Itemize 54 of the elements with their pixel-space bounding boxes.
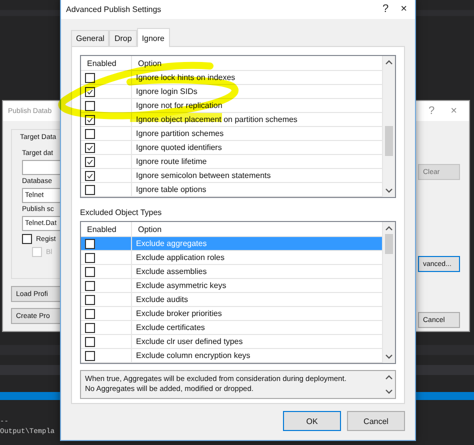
- scroll-up-icon[interactable]: [385, 225, 393, 232]
- checkbox[interactable]: [85, 294, 95, 304]
- column-header[interactable]: Enabled: [81, 222, 132, 236]
- dialog-button[interactable]: OK: [283, 411, 341, 431]
- tab[interactable]: General: [71, 30, 110, 46]
- option-row[interactable]: Exclude clr user defined types: [81, 335, 383, 349]
- checkbox[interactable]: [85, 280, 95, 290]
- option-row[interactable]: Ignore semicolon between statements: [81, 169, 383, 183]
- scroll-down-icon[interactable]: [385, 388, 393, 395]
- scrollbar[interactable]: [383, 56, 395, 197]
- checkbox[interactable]: [22, 234, 32, 244]
- scroll-down-icon[interactable]: [385, 187, 393, 194]
- option-row[interactable]: Exclude asymmetric keys: [81, 279, 383, 293]
- tab[interactable]: Drop: [109, 30, 137, 46]
- checkbox[interactable]: [85, 308, 95, 318]
- checkbox[interactable]: [85, 238, 95, 248]
- close-button[interactable]: ×: [444, 105, 463, 117]
- scroll-up-icon[interactable]: [385, 374, 393, 381]
- checkbox[interactable]: [85, 336, 95, 346]
- checkbox[interactable]: [85, 252, 95, 262]
- option-row[interactable]: Exclude assemblies: [81, 265, 383, 279]
- checkbox[interactable]: [85, 72, 95, 82]
- checkbox[interactable]: [85, 156, 95, 166]
- option-row[interactable]: Ignore partition schemes: [81, 127, 383, 141]
- section-label: Excluded Object Types: [80, 208, 163, 217]
- checkbox[interactable]: [85, 128, 95, 138]
- scroll-thumb[interactable]: [385, 234, 393, 254]
- option-row[interactable]: Exclude application roles: [81, 251, 383, 265]
- checkbox[interactable]: [85, 350, 95, 360]
- help-button[interactable]: ?: [422, 105, 441, 117]
- option-row[interactable]: Exclude audits: [81, 293, 383, 307]
- help-button[interactable]: ?: [376, 3, 395, 15]
- scroll-up-icon[interactable]: [385, 59, 393, 66]
- scroll-down-icon[interactable]: [385, 353, 393, 360]
- option-row[interactable]: Exclude certificates: [81, 321, 383, 335]
- close-button[interactable]: ×: [394, 3, 413, 15]
- checkbox[interactable]: [85, 100, 95, 110]
- option-row[interactable]: Exclude column encryption keys: [81, 349, 383, 363]
- option-row[interactable]: Ignore route lifetime: [81, 155, 383, 169]
- checkbox[interactable]: [85, 184, 95, 194]
- scroll-thumb[interactable]: [385, 126, 393, 156]
- checkbox[interactable]: [85, 170, 95, 180]
- option-row[interactable]: Exclude broker priorities: [81, 307, 383, 321]
- option-row[interactable]: Ignore table options: [81, 183, 383, 197]
- column-header[interactable]: Enabled: [81, 56, 132, 70]
- dialog-button[interactable]: Cancel: [347, 411, 405, 431]
- option-row[interactable]: Ignore quoted identifiers: [81, 141, 383, 155]
- tab[interactable]: Ignore: [136, 28, 170, 47]
- checkbox[interactable]: [85, 266, 95, 276]
- dialog-title: Advanced Publish Settings: [66, 4, 162, 14]
- checkbox[interactable]: [85, 142, 95, 152]
- checkbox[interactable]: [85, 322, 95, 332]
- option-row[interactable]: Ignore login SIDs: [81, 85, 383, 99]
- scrollbar[interactable]: [383, 222, 395, 363]
